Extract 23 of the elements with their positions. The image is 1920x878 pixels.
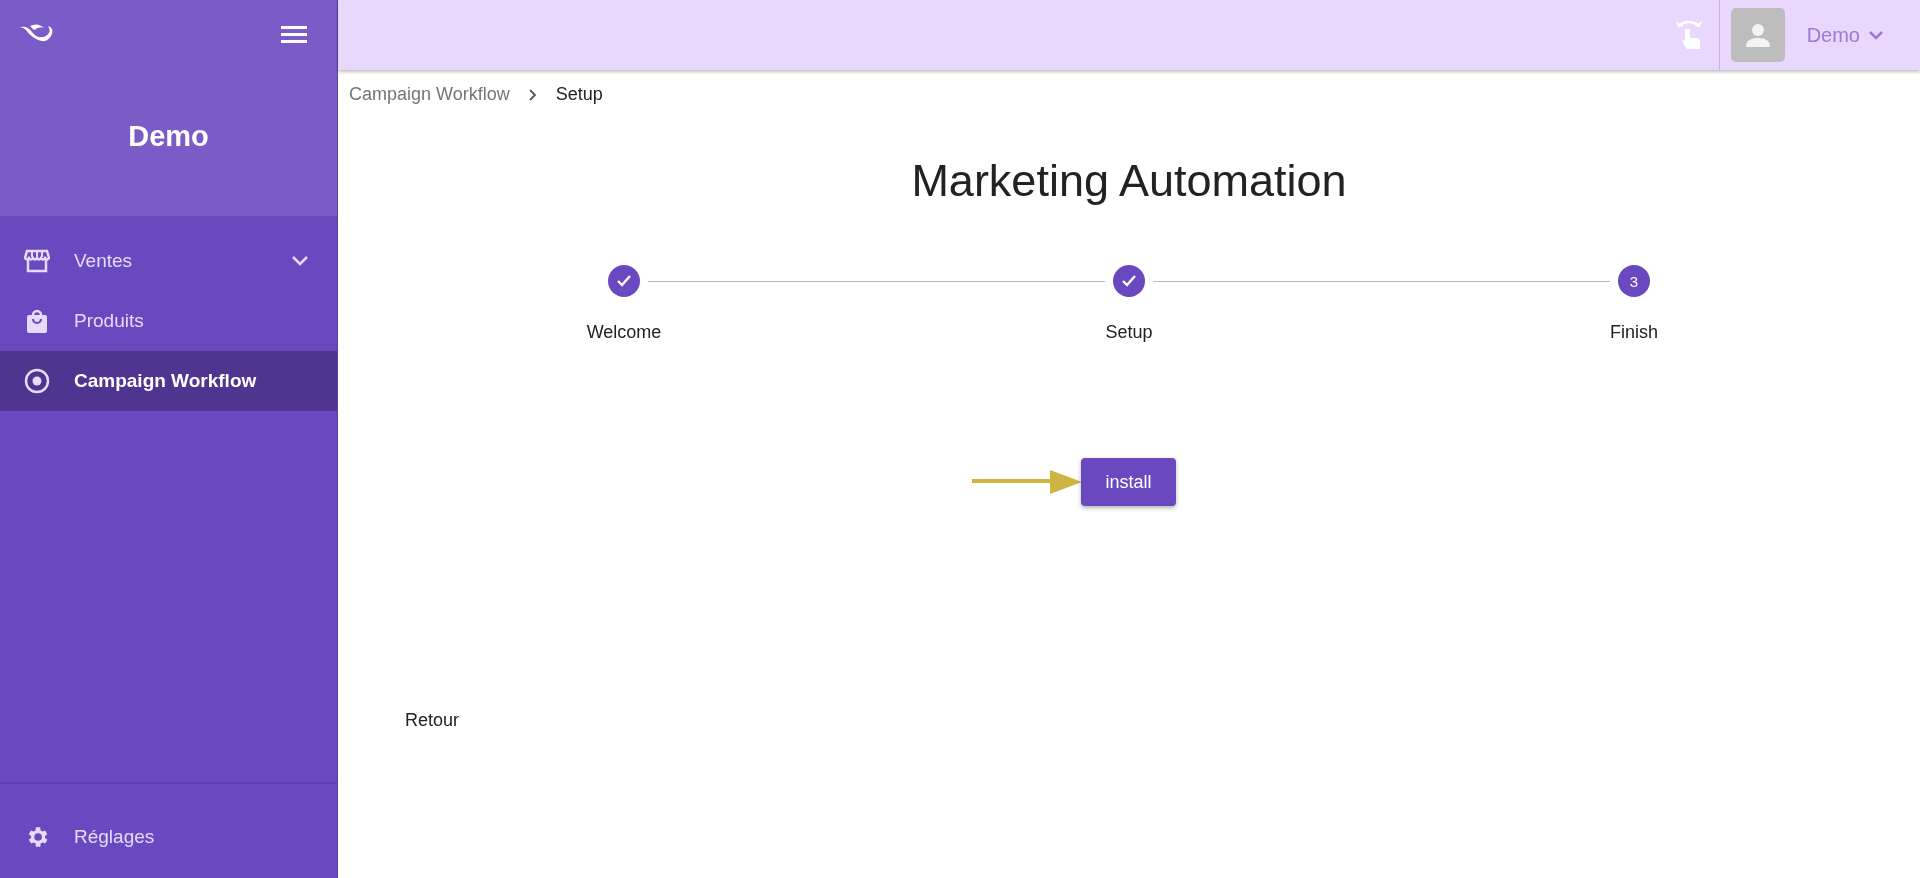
user-menu[interactable]: Demo [1806,23,1884,47]
step-number: 3 [1618,265,1650,297]
step-label: Setup [1105,322,1153,343]
chevron-down-icon [1868,30,1884,40]
nav-item[interactable]: Produits [0,291,337,351]
back-link[interactable]: Retour [405,710,460,731]
nav-item[interactable]: Ventes [0,231,337,291]
workspace-title: Demo [127,120,210,153]
breadcrumb-link[interactable]: Setup [555,84,603,105]
shopping-bag-icon [24,308,50,334]
radio-target-icon [24,368,50,394]
nav-item[interactable]: Campaign Workflow [0,351,337,411]
install-button[interactable]: install [1081,458,1176,506]
store-icon [24,248,50,274]
step-label: Finish [1610,322,1658,343]
settings-item[interactable]: Réglages [0,807,337,867]
menu-icon[interactable] [281,24,307,44]
page-title: Marketing Automation [910,155,1348,207]
touch-gesture-icon[interactable] [1674,19,1703,51]
step-label: Welcome [586,322,662,343]
chevron-right-icon [527,87,538,102]
breadcrumb-link[interactable]: Campaign Workflow [349,84,510,105]
user-avatar[interactable] [1730,8,1785,62]
